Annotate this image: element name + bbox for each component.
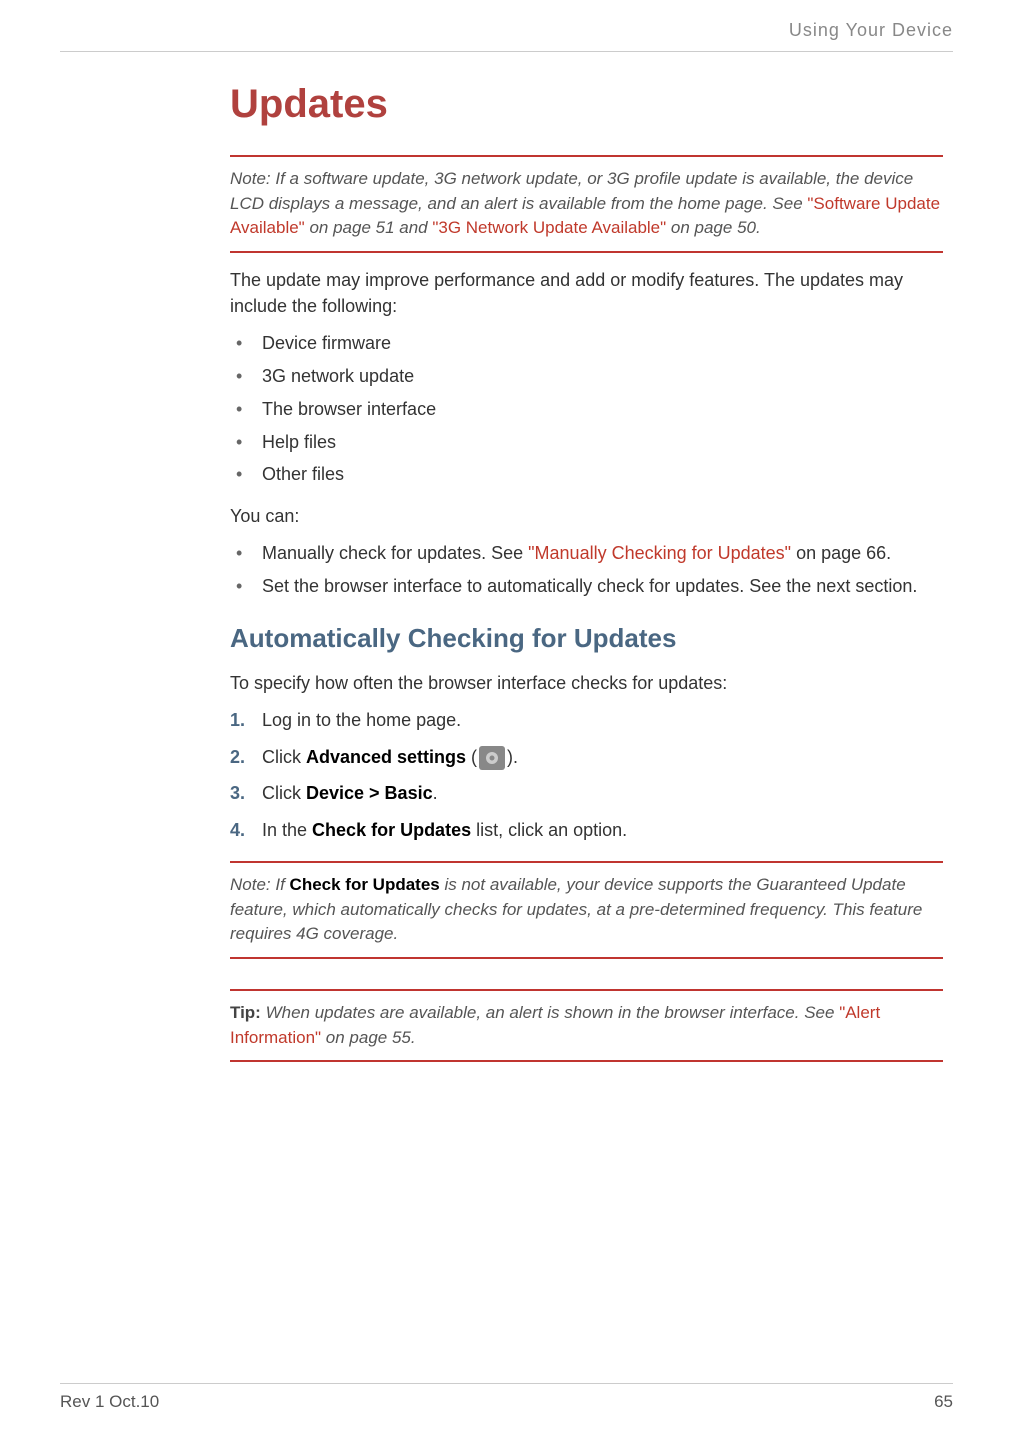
tip-text1: When updates are available, an alert is … xyxy=(261,1003,839,1022)
footer-row: Rev 1 Oct.10 65 xyxy=(60,1392,953,1412)
spacer xyxy=(230,965,943,983)
item-text: Manually check for updates. See xyxy=(262,543,528,563)
page-header-section: Using Your Device xyxy=(60,20,953,51)
item-text: on page 66. xyxy=(791,543,891,563)
page-title: Updates xyxy=(230,82,943,127)
list-item: The browser interface xyxy=(230,395,943,424)
list-item: Help files xyxy=(230,428,943,457)
list-item: Other files xyxy=(230,460,943,489)
you-can-text: You can: xyxy=(230,503,943,529)
note-label: Note: xyxy=(230,169,271,188)
tip-text2: on page 55. xyxy=(321,1028,416,1047)
step-item: 3. Click Device > Basic. xyxy=(230,779,943,808)
step-item: 4. In the Check for Updates list, click … xyxy=(230,816,943,845)
you-can-list: Manually check for updates. See "Manuall… xyxy=(230,539,943,601)
list-item: 3G network update xyxy=(230,362,943,391)
step-item: 2. Click Advanced settings (). xyxy=(230,743,943,772)
list-item: Manually check for updates. See "Manuall… xyxy=(230,539,943,568)
list-item: Device firmware xyxy=(230,329,943,358)
ui-check-for-updates: Check for Updates xyxy=(312,820,471,840)
revision-text: Rev 1 Oct.10 xyxy=(60,1392,159,1412)
step-text: Click xyxy=(262,747,306,767)
step-text: list, click an option. xyxy=(471,820,627,840)
tip-bottom-rule xyxy=(230,1060,943,1062)
section-subtitle: Automatically Checking for Updates xyxy=(230,623,943,654)
header-divider xyxy=(60,51,953,52)
tip-top-rule xyxy=(230,989,943,991)
steps-list: 1. Log in to the home page. 2. Click Adv… xyxy=(230,706,943,845)
step-number: 4. xyxy=(230,816,245,845)
page-number: 65 xyxy=(934,1392,953,1412)
link-manually-checking[interactable]: "Manually Checking for Updates" xyxy=(528,543,791,563)
step-number: 2. xyxy=(230,743,245,772)
step-text: Log in to the home page. xyxy=(262,710,461,730)
step-text: ( xyxy=(466,747,477,767)
note2-text1: If xyxy=(271,875,290,894)
tip-block: Tip: When updates are available, an aler… xyxy=(230,997,943,1054)
step-number: 1. xyxy=(230,706,245,735)
note-label: Note: xyxy=(230,875,271,894)
list-item: Set the browser interface to automatical… xyxy=(230,572,943,601)
step-text: Click xyxy=(262,783,306,803)
update-types-list: Device firmware 3G network update The br… xyxy=(230,329,943,489)
step-text: ). xyxy=(507,747,518,767)
content-area: Updates Note: If a software update, 3G n… xyxy=(230,82,943,1062)
tip-label: Tip: xyxy=(230,1003,261,1022)
footer-divider xyxy=(60,1383,953,1384)
note1-text3: on page 50. xyxy=(666,218,761,237)
ui-advanced-settings: Advanced settings xyxy=(306,747,466,767)
step-text: . xyxy=(433,783,438,803)
note-bottom-rule xyxy=(230,251,943,253)
note-block-1: Note: If a software update, 3G network u… xyxy=(230,163,943,245)
section-title: Using Your Device xyxy=(789,20,953,40)
step-number: 3. xyxy=(230,779,245,808)
note2-top-rule xyxy=(230,861,943,863)
note1-text2: on page 51 and xyxy=(305,218,433,237)
ui-device-basic: Device > Basic xyxy=(306,783,433,803)
note-top-rule xyxy=(230,155,943,157)
link-3g-network-update[interactable]: "3G Network Update Available" xyxy=(432,218,666,237)
note-block-2: Note: If Check for Updates is not availa… xyxy=(230,869,943,951)
step-item: 1. Log in to the home page. xyxy=(230,706,943,735)
sub-intro-text: To specify how often the browser interfa… xyxy=(230,670,943,696)
gear-icon xyxy=(479,746,505,770)
step-text: In the xyxy=(262,820,312,840)
page-footer: Rev 1 Oct.10 65 xyxy=(60,1383,953,1412)
note2-bottom-rule xyxy=(230,957,943,959)
ui-check-for-updates-bold: Check for Updates xyxy=(290,875,440,894)
intro-text: The update may improve performance and a… xyxy=(230,267,943,319)
